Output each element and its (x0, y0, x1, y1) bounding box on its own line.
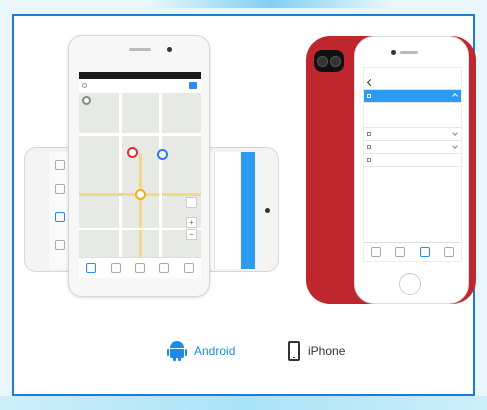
iphone-front-face (354, 36, 469, 304)
folder-icon (367, 158, 371, 162)
android-phone-portrait: + − (68, 35, 210, 297)
android-label: Android (194, 344, 236, 358)
vehicle-marker-ok-icon[interactable] (157, 149, 168, 160)
camera-scan-icon[interactable] (189, 82, 197, 89)
list-icon (55, 184, 65, 194)
folder-icon (367, 145, 371, 149)
camera-icon (167, 47, 172, 52)
chevron-up-icon (452, 93, 458, 99)
nav-bar (364, 75, 461, 90)
status-bar (364, 68, 461, 75)
list-item[interactable] (364, 154, 461, 167)
zoom-out-button[interactable]: − (186, 229, 197, 240)
bottom-tab-bar (364, 242, 461, 261)
map-road (79, 228, 201, 230)
landscape-selected-bar (241, 152, 255, 269)
user-icon (55, 240, 65, 250)
folder-icon (367, 94, 371, 98)
layers-button[interactable] (186, 197, 197, 208)
bottom-tab-bar (79, 257, 201, 278)
landscape-list-panel (214, 152, 255, 269)
bottom-strip-decoration (0, 396, 487, 410)
smartphone-icon (288, 341, 300, 361)
vehicle-marker-alert-icon[interactable] (127, 147, 138, 158)
map-road (119, 93, 122, 258)
tab-alarms[interactable] (159, 263, 170, 273)
iphone-label: iPhone (308, 344, 346, 358)
list-item-selected[interactable] (364, 90, 461, 103)
home-button[interactable] (399, 273, 421, 295)
map-road (139, 153, 142, 258)
message-icon[interactable] (82, 96, 91, 105)
list-item[interactable] (364, 128, 461, 141)
camera-icon (265, 208, 270, 213)
tab-reports[interactable] (395, 247, 406, 257)
camera-lens-icon (317, 56, 328, 67)
tab-profile[interactable] (443, 247, 454, 257)
front-camera-icon (391, 50, 396, 55)
map-road (159, 93, 162, 258)
map-road (79, 133, 201, 136)
tab-vehicles[interactable] (419, 247, 430, 257)
camera-lens-icon (330, 56, 341, 67)
back-chevron-icon[interactable] (366, 78, 375, 87)
tab-vehicles[interactable] (110, 263, 121, 273)
map-view[interactable]: + − (79, 93, 201, 258)
iphone-platform-link[interactable]: iPhone (288, 340, 345, 362)
zoom-in-button[interactable]: + (186, 217, 197, 228)
android-screen: + − (79, 72, 201, 278)
tab-reports[interactable] (134, 263, 145, 273)
tab-map[interactable] (371, 247, 382, 257)
chevron-down-icon (452, 143, 458, 149)
status-bar (79, 72, 201, 79)
alarm-icon (55, 212, 65, 222)
chevron-down-icon (452, 130, 458, 136)
search-input[interactable] (79, 79, 201, 94)
tab-profile[interactable] (183, 263, 194, 273)
list-item-details (364, 103, 461, 128)
list-item[interactable] (364, 141, 461, 154)
vehicle-marker-warning-icon[interactable] (135, 189, 146, 200)
android-platform-link[interactable]: Android (167, 340, 236, 362)
speaker-grille (400, 51, 418, 54)
tab-map[interactable] (86, 263, 97, 273)
folder-icon (367, 132, 371, 136)
top-glow-decoration (150, 0, 390, 8)
car-icon (55, 160, 65, 170)
iphone-screen (363, 67, 462, 262)
iphone-device (306, 36, 476, 304)
speaker-grille (129, 48, 151, 51)
rear-camera-module (314, 50, 344, 72)
android-robot-icon (167, 341, 187, 361)
search-icon (82, 83, 87, 88)
